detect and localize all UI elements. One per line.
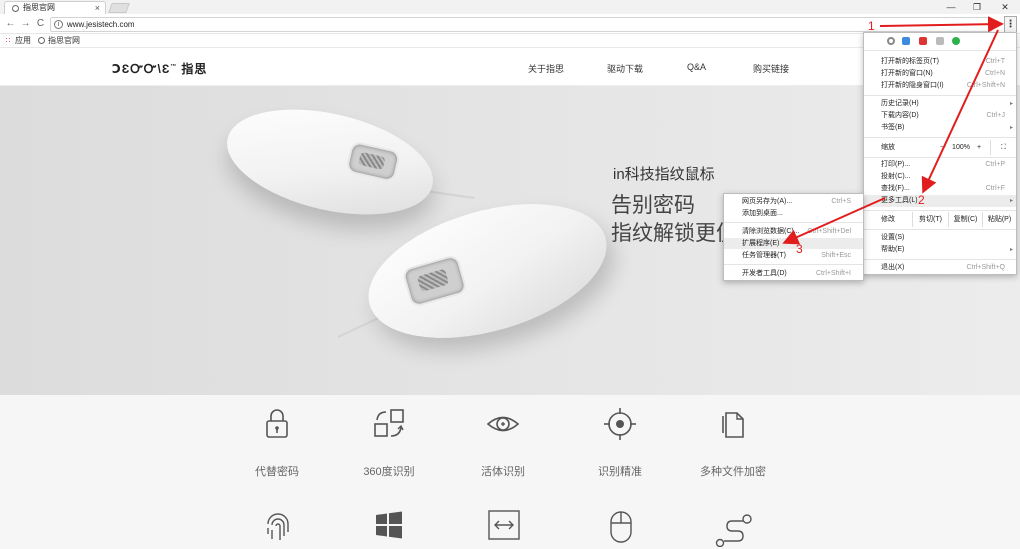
more-tools-submenu: 网页另存为(A)... Ctrl+S 添加到桌面... 清除浏览数据(C)... C… [723, 193, 864, 281]
apps-grid-icon [5, 37, 12, 44]
bookmark-apps[interactable]: 应用 [5, 35, 31, 47]
feature-replace-password: 代替密码 [222, 407, 332, 479]
menu-more-tools[interactable]: 更多工具(L) ▸ [864, 195, 1016, 207]
extension-blue-icon[interactable] [902, 37, 910, 45]
menu-history[interactable]: 历史记录(H) ▸ [864, 98, 1016, 110]
rotate-icon [374, 409, 404, 437]
menu-cast[interactable]: 投射(C)... [864, 171, 1016, 183]
forward-button[interactable]: → [19, 17, 32, 31]
fingerprint-icon [267, 513, 289, 540]
site-favicon-icon [38, 37, 45, 44]
site-logo[interactable]: ↃƐᏅᏅ\Ɛ™ 指思 [112, 60, 207, 77]
reload-button[interactable]: C [34, 17, 47, 31]
target-icon [604, 408, 636, 440]
windows-icon [376, 511, 402, 539]
menu-bookmarks[interactable]: 书签(B) ▸ [864, 122, 1016, 134]
submenu-clear-data[interactable]: 清除浏览数据(C)... Ctrl+Shift+Del [724, 226, 863, 237]
nav-driver-download[interactable]: 驱动下载 [607, 62, 643, 75]
address-bar[interactable]: i www.jesistech.com [50, 17, 992, 32]
tab-title: 指思官网 [23, 3, 55, 12]
menu-edit-row: 修改 剪切(T) 复制(C) 粘贴(P) [864, 212, 1016, 227]
share-path-icon [715, 514, 752, 547]
maximize-button[interactable]: ❐ [964, 0, 990, 14]
minimize-button[interactable]: — [938, 0, 964, 14]
fullscreen-icon[interactable]: ⛶ [990, 140, 1016, 155]
copy-button[interactable]: 复制(C) [948, 212, 982, 227]
menu-separator [864, 259, 1016, 260]
menu-separator [724, 264, 863, 265]
menu-separator [864, 229, 1016, 230]
hero-kicker: in科技指纹鼠标 [613, 166, 715, 183]
menu-zoom-row: 缩放 － 100% + ⛶ [864, 140, 1016, 155]
eye-icon [486, 416, 520, 432]
browser-toolbar: ← → C i www.jesistech.com [0, 14, 1020, 34]
fingerprint-scanner [401, 253, 469, 309]
submenu-extensions[interactable]: 扩展程序(E) [724, 238, 863, 249]
mouse-cable [424, 190, 475, 199]
zoom-level: 100% [952, 144, 970, 151]
url-text[interactable]: www.jesistech.com [67, 19, 135, 31]
menu-separator [864, 157, 1016, 158]
close-window-button[interactable]: ✕ [992, 0, 1018, 14]
files-icon [722, 412, 744, 438]
nav-about[interactable]: 关于指思 [528, 62, 564, 75]
annotation-number-3: 3 [796, 242, 803, 256]
menu-separator [864, 210, 1016, 211]
menu-separator [864, 50, 1016, 51]
mouse-icon [610, 511, 632, 543]
menu-separator [724, 222, 863, 223]
feature-liveness: 活体识别 [448, 407, 558, 479]
features-section: 代替密码 360度识别 活体识别 识别精准 多种文件加密 [0, 395, 1020, 549]
menu-exit[interactable]: 退出(X) Ctrl+Shift+Q [864, 262, 1016, 274]
resize-icon [488, 510, 520, 540]
extension-green-icon[interactable] [952, 37, 960, 45]
tab-close-icon[interactable]: × [95, 2, 100, 14]
menu-find[interactable]: 查找(F)... Ctrl+F [864, 183, 1016, 195]
site-favicon-icon [12, 5, 19, 12]
menu-downloads[interactable]: 下载内容(D) Ctrl+J [864, 110, 1016, 122]
info-icon[interactable]: i [54, 20, 63, 29]
lock-icon [266, 409, 288, 438]
extension-gray-icon[interactable] [936, 37, 944, 45]
menu-new-incognito[interactable]: 打开新的隐身窗口(I) Ctrl+Shift+N [864, 80, 1016, 92]
menu-print[interactable]: 打印(P)... Ctrl+P [864, 159, 1016, 171]
feature-accuracy: 识别精准 [565, 407, 675, 479]
hero-title-line2: 指纹解锁更便 [611, 222, 737, 245]
hero-title-line1: 告别密码 [611, 194, 695, 217]
annotation-number-1: 1 [868, 19, 875, 33]
cut-button[interactable]: 剪切(T) [912, 212, 948, 227]
zoom-in-button[interactable]: + [970, 140, 988, 155]
chrome-main-menu: 打开新的标签页(T) Ctrl+T 打开新的窗口(N) Ctrl+N 打开新的隐身窗… [863, 32, 1017, 275]
menu-settings[interactable]: 设置(S) [864, 232, 1016, 244]
submenu-save-page[interactable]: 网页另存为(A)... Ctrl+S [724, 196, 863, 207]
menu-separator [864, 95, 1016, 96]
bookmark-jesistech[interactable]: 指思官网 [38, 35, 80, 47]
menu-new-tab[interactable]: 打开新的标签页(T) Ctrl+T [864, 56, 1016, 68]
extension-circle-icon[interactable] [887, 37, 895, 45]
browser-tab[interactable]: 指思官网 × [4, 1, 106, 14]
submenu-task-manager[interactable]: 任务管理器(T) Shift+Esc [724, 250, 863, 261]
paste-button[interactable]: 粘贴(P) [982, 212, 1016, 227]
menu-help[interactable]: 帮助(E) ▸ [864, 244, 1016, 256]
back-button[interactable]: ← [4, 17, 17, 31]
menu-new-window[interactable]: 打开新的窗口(N) Ctrl+N [864, 68, 1016, 80]
submenu-add-to-desktop[interactable]: 添加到桌面... [724, 208, 863, 219]
chrome-menu-button[interactable]: ⋮ [1004, 16, 1017, 33]
menu-separator [864, 137, 1016, 138]
mouse-image-back [216, 91, 444, 233]
annotation-number-2: 2 [918, 193, 925, 207]
new-tab-button[interactable] [108, 3, 130, 13]
nav-buy[interactable]: 购买链接 [753, 62, 789, 75]
nav-qa[interactable]: Q&A [687, 62, 706, 72]
fingerprint-scanner [345, 140, 402, 183]
submenu-devtools[interactable]: 开发者工具(D) Ctrl+Shift+I [724, 268, 863, 279]
feature-file-encryption: 多种文件加密 [678, 407, 788, 479]
extension-red-icon[interactable] [919, 37, 927, 45]
tab-strip: 指思官网 × — ❐ ✕ [0, 0, 1020, 14]
feature-360-recognition: 360度识别 [334, 407, 444, 479]
